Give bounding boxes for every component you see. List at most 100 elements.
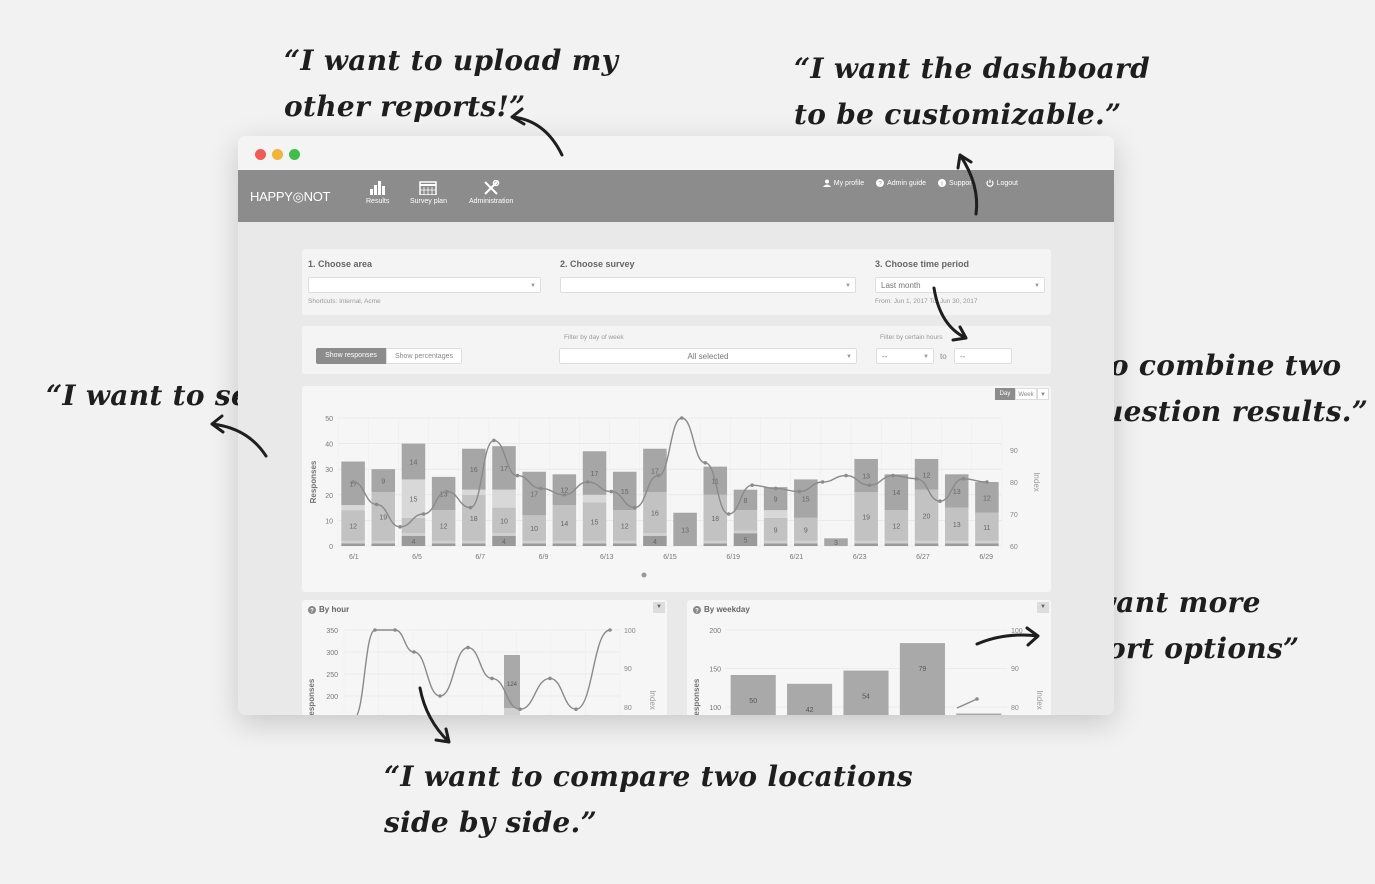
by-hour-panel: ? By hour ▼ 200 250 300 350 80 90 100 Responses I…: [302, 600, 667, 715]
bar-label: 5: [744, 538, 748, 545]
hour-point: [574, 707, 578, 711]
bar-segment: [462, 489, 486, 495]
bar-segment: [763, 543, 788, 546]
legend-marker: [641, 572, 647, 578]
hours-to-value: --: [960, 352, 966, 361]
hours-from-select[interactable]: -- ▼: [876, 348, 934, 364]
bar-label: 4: [502, 539, 506, 546]
time-period-select[interactable]: Last month ▼: [875, 277, 1045, 293]
tools-icon: [484, 180, 500, 195]
link-label: Admin guide: [887, 179, 927, 187]
support-link[interactable]: i Support: [938, 179, 974, 187]
by-weekday-panel: ? By weekday ▼ 100 150 200 80 90 100 Responses I…: [687, 600, 1051, 715]
y-axis-label: Responses: [307, 678, 316, 715]
y2-axis-label: Index: [1035, 690, 1044, 710]
y-tick-label: 250: [326, 672, 338, 679]
weekday-selected: All selected: [687, 352, 729, 361]
index-point: [374, 502, 379, 507]
y2-tick-label: 90: [1010, 448, 1018, 455]
power-icon: [985, 179, 994, 187]
x-tick-label: 6/21: [790, 554, 804, 561]
show-responses-toggle[interactable]: Show responses: [316, 348, 386, 364]
bar-label: 12: [892, 524, 900, 531]
y2-tick-label: 80: [1010, 480, 1018, 487]
nav-item-survey-plan[interactable]: Survey plan: [410, 180, 447, 205]
bar-label: 4: [653, 539, 657, 546]
choose-survey-select[interactable]: ▼: [560, 277, 856, 293]
calendar-icon: [419, 181, 438, 195]
minimize-window-button[interactable]: [272, 149, 283, 160]
choose-period-label: 3. Choose time period: [875, 259, 970, 269]
bar-label: 3: [834, 540, 838, 547]
weekday-filter-select[interactable]: All selected ▼: [559, 348, 857, 364]
y-tick-label: 50: [325, 416, 333, 423]
hours-to-select[interactable]: --: [954, 348, 1012, 364]
bar-segment: [914, 540, 939, 544]
choose-area-select[interactable]: ▼: [308, 277, 541, 293]
bar-label: 50: [749, 698, 757, 705]
choose-area-label: 1. Choose area: [308, 259, 373, 269]
bar-segment: [612, 543, 637, 546]
hour-point: [490, 676, 494, 681]
bar-label: 14: [560, 521, 568, 528]
index-point: [679, 416, 684, 420]
bar-segment: [552, 543, 577, 546]
nav-item-administration[interactable]: Administration: [469, 180, 513, 205]
y2-axis-label: Index: [648, 690, 657, 710]
y-axis-label: Responses: [309, 460, 318, 503]
bar-label: 19: [379, 515, 387, 522]
quote-customizable-dashboard: “I want the dashboard to be customizable…: [794, 52, 1150, 131]
y2-tick-label: 100: [1011, 628, 1023, 635]
my-profile-link[interactable]: My profile: [822, 179, 864, 187]
shortcuts-text: Shortcuts: Internal, Acme: [308, 298, 381, 305]
bar-segment: [341, 540, 365, 544]
index-point: [938, 499, 942, 503]
close-window-button[interactable]: [255, 149, 266, 160]
nav-item-results[interactable]: Results: [366, 180, 389, 205]
info-icon: i: [938, 179, 947, 187]
hour-point: [548, 676, 552, 681]
bar-label: 124: [507, 682, 518, 688]
choose-filters-panel: 1. Choose area ▼ Shortcuts: Internal, Ac…: [302, 249, 1051, 315]
selected-period: Last month: [881, 281, 921, 290]
y2-tick-label: 100: [624, 628, 636, 635]
bar-label: 9: [774, 497, 778, 504]
bar-segment: [401, 533, 426, 536]
bar-segment: [492, 489, 516, 508]
chevron-down-icon: ▼: [530, 283, 536, 289]
index-point: [820, 480, 825, 484]
bar-label: 42: [806, 707, 814, 714]
bar-segment: [975, 543, 999, 546]
show-percentages-toggle[interactable]: Show percentages: [386, 348, 462, 364]
user-icon: [822, 179, 831, 187]
bar-label: 10: [530, 526, 538, 533]
bar-label: 10: [500, 518, 508, 525]
quote-compare-locations: “I want to compare two locations side by…: [384, 760, 913, 839]
window-titlebar: [238, 136, 1114, 170]
y-tick-label: 40: [325, 442, 333, 449]
hours-filter-label: Filter by certain hours: [880, 334, 943, 341]
happyornot-logo[interactable]: HAPPY◎NOT: [250, 189, 330, 205]
y2-tick-label: 70: [1010, 512, 1018, 519]
bar-segment: [552, 540, 577, 544]
admin-guide-link[interactable]: ? Admin guide: [876, 179, 926, 187]
weekday-point: [975, 697, 979, 701]
chevron-down-icon: ▼: [1034, 283, 1040, 289]
bar-label: 12: [983, 495, 991, 502]
x-tick-label: 6/19: [726, 554, 740, 561]
maximize-window-button[interactable]: [289, 149, 300, 160]
by-weekday-chart: 100 150 200 80 90 100 Responses Index 50 42 54 79: [692, 628, 1044, 715]
bar-segment: [884, 543, 909, 546]
bar-chart-icon: [369, 181, 385, 195]
index-point: [445, 489, 449, 494]
bar-label: 15: [621, 489, 629, 496]
bar-label: 19: [862, 515, 870, 522]
index-point: [726, 512, 731, 516]
top-links: My profile ? Admin guide i Support Logout: [822, 179, 1018, 187]
bar-label: 15: [410, 497, 418, 504]
logout-link[interactable]: Logout: [985, 179, 1018, 187]
index-point: [539, 486, 543, 491]
chevron-down-icon: ▼: [846, 354, 852, 360]
index-point: [609, 489, 614, 494]
by-hour-chart: 200 250 300 350 80 90 100 Responses Index 124: [307, 628, 657, 715]
